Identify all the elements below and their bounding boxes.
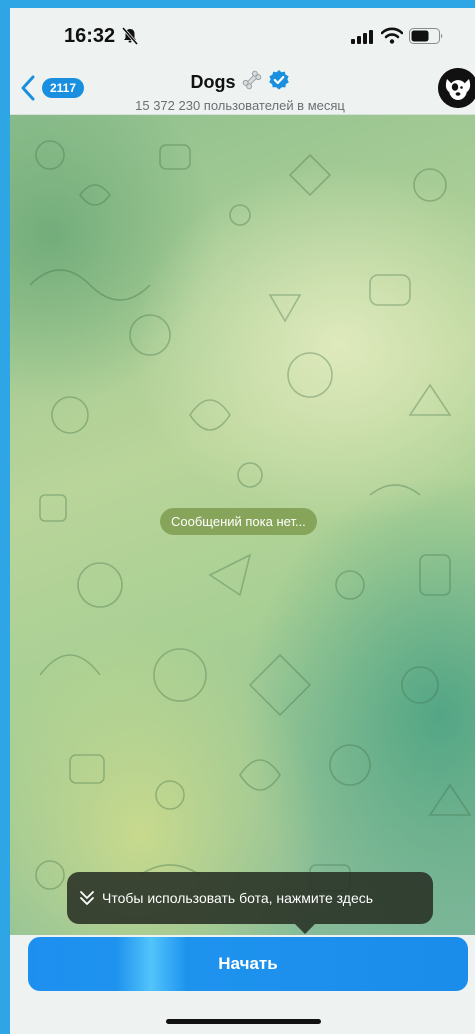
bone-icon <box>241 69 263 96</box>
chat-subtitle: 15 372 230 пользователей в месяц <box>135 98 345 113</box>
chat-background: Сообщений пока нет... Чтобы использовать… <box>10 115 475 935</box>
verified-icon <box>268 69 290 96</box>
no-messages-label: Сообщений пока нет... <box>160 508 317 535</box>
start-button[interactable]: Начать <box>28 937 468 991</box>
avatar[interactable] <box>438 68 475 108</box>
bottom-bar: Начать <box>10 935 475 1034</box>
hint-text: Чтобы использовать бота, нажмите здесь <box>102 890 374 906</box>
chat-title: Dogs <box>190 72 236 92</box>
status-bar: 16:32 <box>10 8 475 60</box>
bot-start-hint[interactable]: Чтобы использовать бота, нажмите здесь <box>67 872 433 934</box>
signal-icon <box>351 30 375 49</box>
chat-title-block[interactable]: Dogs 15 372 230 пользователей в месяц <box>110 69 370 113</box>
back-button[interactable]: 2117 <box>18 74 85 102</box>
status-time: 16:32 <box>64 25 116 47</box>
home-indicator <box>166 1019 321 1024</box>
chevron-left-icon <box>21 75 35 101</box>
unread-count-badge: 2117 <box>42 78 85 98</box>
double-chevron-down-icon <box>80 891 94 905</box>
dog-avatar-icon <box>438 68 475 108</box>
wifi-icon <box>380 27 404 49</box>
chat-header: 2117 Dogs 15 372 230 пользователей в мес… <box>10 60 475 115</box>
battery-icon <box>409 28 445 49</box>
mute-icon <box>120 26 140 51</box>
phone-screen: 16:32 2117 Dogs 15 372 230 пользователей… <box>10 8 475 1034</box>
